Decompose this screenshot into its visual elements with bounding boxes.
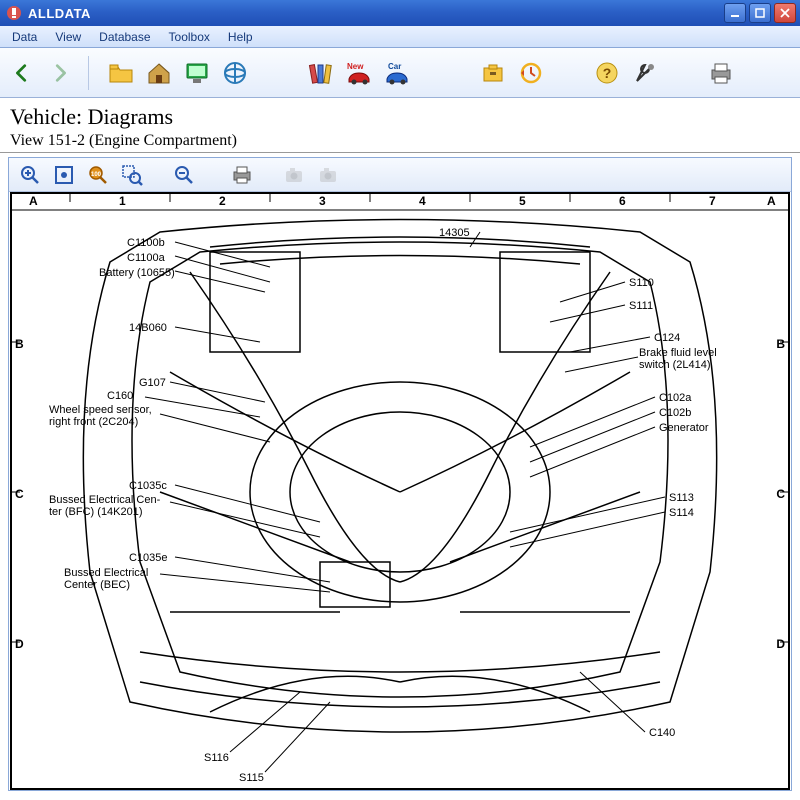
callout-label: C1035e	[129, 552, 168, 564]
minimize-button[interactable]	[724, 3, 746, 23]
callout-label: Generator	[659, 422, 709, 434]
grid-right-D: D	[776, 637, 785, 651]
callout-label: S115	[239, 772, 264, 784]
callout-label: 14305	[439, 227, 470, 239]
grid-left-B: B	[15, 337, 24, 351]
viewer-print-button[interactable]	[227, 161, 257, 189]
maximize-button[interactable]	[749, 3, 771, 23]
network-button[interactable]	[217, 55, 253, 91]
callout-label: S110	[629, 277, 654, 289]
svg-text:?: ?	[603, 65, 612, 81]
grid-top-A-left: A	[29, 194, 38, 208]
car-button[interactable]: Car	[379, 55, 415, 91]
callout-label: C1100b	[127, 237, 165, 249]
app-icon	[6, 5, 22, 21]
callout-label: S116	[204, 752, 229, 764]
page-subtitle: View 151-2 (Engine Compartment)	[10, 132, 790, 150]
main-toolbar: New Car ?	[0, 48, 800, 98]
zoom-out-button[interactable]	[169, 161, 199, 189]
callout-label: C160	[107, 390, 133, 402]
grid-top-4: 4	[419, 194, 426, 208]
callout-label: C1035c	[129, 480, 167, 492]
case-button[interactable]	[475, 55, 511, 91]
diagram-canvas[interactable]: A 1 2 3 4 5 6 7 A B C D B C D C1100b C110…	[9, 192, 791, 790]
books-button[interactable]	[303, 55, 339, 91]
callout-label: S114	[669, 507, 694, 519]
page-title: Vehicle: Diagrams	[10, 104, 790, 130]
zoom-region-button[interactable]	[117, 161, 147, 189]
callout-label: Brake fluid levelswitch (2L414)	[639, 347, 717, 371]
camera-button-2	[313, 161, 343, 189]
fit-button[interactable]	[49, 161, 79, 189]
nav-back-button[interactable]	[8, 59, 36, 87]
grid-left-D: D	[15, 637, 24, 651]
svg-text:Car: Car	[388, 62, 401, 71]
menu-data[interactable]: Data	[4, 28, 45, 46]
callout-label: Wheel speed sensor,right front (2C204)	[49, 404, 152, 428]
callout-label: C1100a	[127, 252, 165, 264]
grid-top-7: 7	[709, 194, 716, 208]
house-button[interactable]	[141, 55, 177, 91]
grid-top-5: 5	[519, 194, 526, 208]
window-titlebar: ALLDATA	[0, 0, 800, 26]
new-car-button[interactable]: New	[341, 55, 377, 91]
toolbar-separator	[88, 56, 89, 90]
grid-top-3: 3	[319, 194, 326, 208]
content-header: Vehicle: Diagrams View 151-2 (Engine Com…	[0, 98, 800, 153]
viewer-toolbar: 100	[9, 158, 791, 192]
menubar: Data View Database Toolbox Help	[0, 26, 800, 48]
window-title: ALLDATA	[28, 6, 724, 21]
folder-button[interactable]	[103, 55, 139, 91]
menu-view[interactable]: View	[47, 28, 89, 46]
print-button[interactable]	[703, 55, 739, 91]
callout-label: C140	[649, 727, 675, 739]
callout-label: Bussed ElectricalCenter (BEC)	[64, 567, 148, 591]
menu-toolbox[interactable]: Toolbox	[161, 28, 218, 46]
nav-forward-button[interactable]	[46, 59, 74, 87]
callout-label: Bussed Electrical Cen-ter (BFC) (14K201)	[49, 494, 160, 518]
callout-label: C124	[654, 332, 680, 344]
grid-top-2: 2	[219, 194, 226, 208]
grid-right-B: B	[776, 337, 785, 351]
grid-left-C: C	[15, 487, 24, 501]
callout-label: C102b	[659, 407, 691, 419]
close-button[interactable]	[774, 3, 796, 23]
engine-diagram-svg	[9, 192, 791, 790]
callout-label: 14B060	[129, 322, 167, 334]
callout-label: S111	[629, 300, 653, 312]
grid-right-C: C	[776, 487, 785, 501]
camera-button-1	[279, 161, 309, 189]
zoom-100-button[interactable]: 100	[83, 161, 113, 189]
svg-text:New: New	[347, 62, 364, 71]
grid-top-1: 1	[119, 194, 126, 208]
help-button[interactable]: ?	[589, 55, 625, 91]
history-button[interactable]	[513, 55, 549, 91]
callout-label: S113	[669, 492, 694, 504]
menu-database[interactable]: Database	[91, 28, 158, 46]
callout-label: Battery (10655)	[99, 267, 175, 279]
grid-top-6: 6	[619, 194, 626, 208]
menu-help[interactable]: Help	[220, 28, 261, 46]
callout-label: G107	[139, 377, 166, 389]
callout-label: C102a	[659, 392, 691, 404]
grid-top-A-right: A	[767, 194, 776, 208]
monitor-button[interactable]	[179, 55, 215, 91]
tool-button[interactable]	[627, 55, 663, 91]
zoom-in-button[interactable]	[15, 161, 45, 189]
diagram-viewer: 100	[8, 157, 792, 791]
